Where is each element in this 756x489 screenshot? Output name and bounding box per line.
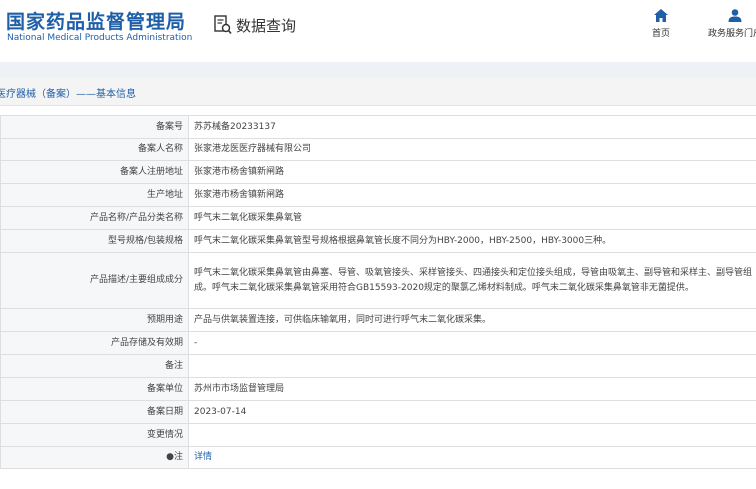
field-value: 呼气末二氧化碳采集鼻氧管由鼻塞、导管、吸氧管接头、采样管接头、四通接头和定位接头… xyxy=(188,252,756,309)
field-value: 2023-07-14 xyxy=(188,400,756,424)
table-row: 变更情况 xyxy=(0,423,756,447)
field-value: 呼气末二氧化碳采集鼻氧管 xyxy=(188,206,756,230)
agency-name-cn[interactable]: 国家药品监督管理局 xyxy=(6,7,186,34)
breadcrumb-bar: 医疗器械（备案）——基本信息 xyxy=(0,78,756,106)
header-divider-band xyxy=(0,62,756,78)
field-value: 张家港市杨舍镇新闸路 xyxy=(188,183,756,207)
document-search-icon xyxy=(214,15,232,35)
table-row: 备案人注册地址 张家港市杨舍镇新闸路 xyxy=(0,160,756,184)
table-row: 生产地址 张家港市杨舍镇新闸路 xyxy=(0,183,756,207)
field-label: 型号规格/包装规格 xyxy=(0,229,189,253)
field-label: 备案单位 xyxy=(0,377,189,401)
field-value: 张家港市杨舍镇新闸路 xyxy=(188,160,756,184)
table-row: 备案单位 苏州市市场监督管理局 xyxy=(0,377,756,401)
field-label: 预期用途 xyxy=(0,308,189,332)
record-detail-table: 备案号 苏苏械备20233137 备案人名称 张家港龙医医疗器械有限公司 备案人注册地址… xyxy=(0,115,756,469)
user-icon xyxy=(728,9,742,22)
field-value: 苏州市市场监督管理局 xyxy=(188,377,756,401)
table-row: 备注 xyxy=(0,354,756,378)
field-label: 备案人注册地址 xyxy=(0,160,189,184)
table-row: 产品存储及有效期 - xyxy=(0,331,756,355)
table-row: 备案日期 2023-07-14 xyxy=(0,400,756,424)
table-row: 预期用途 产品与供氧装置连接，可供临床输氧用，同时可进行呼气末二氧化碳采集。 xyxy=(0,308,756,332)
nav-service-portal[interactable]: 政务服务门户 xyxy=(700,9,756,39)
page-title: 数据查询 xyxy=(236,17,297,35)
table-row: 备案号 苏苏械备20233137 xyxy=(0,115,756,139)
table-row: 产品描述/主要组成成分 呼气末二氧化碳采集鼻氧管由鼻塞、导管、吸氧管接头、采样管接… xyxy=(0,252,756,309)
home-icon xyxy=(654,9,668,22)
field-label: 产品描述/主要组成成分 xyxy=(0,252,189,309)
field-value: 苏苏械备20233137 xyxy=(188,115,756,139)
field-label: 备案日期 xyxy=(0,400,189,424)
field-value xyxy=(188,423,756,447)
nav-home[interactable]: 首页 xyxy=(648,9,674,39)
breadcrumb: 医疗器械（备案）——基本信息 xyxy=(0,89,136,100)
nav-service-label: 政务服务门户 xyxy=(707,29,756,39)
nav-home-label: 首页 xyxy=(651,29,670,39)
field-label: 备案人名称 xyxy=(0,138,189,161)
field-value: - xyxy=(188,331,756,355)
field-label: 产品名称/产品分类名称 xyxy=(0,206,189,230)
table-row: 型号规格/包装规格 呼气末二氧化碳采集鼻氧管型号规格根据鼻氧管长度不同分为HBY-… xyxy=(0,229,756,253)
field-label: 变更情况 xyxy=(0,423,189,447)
site-header: 国家药品监督管理局 National Medical Products Admi… xyxy=(0,0,756,62)
field-value: 产品与供氧装置连接，可供临床输氧用，同时可进行呼气末二氧化碳采集。 xyxy=(188,308,756,332)
table-row: 产品名称/产品分类名称 呼气末二氧化碳采集鼻氧管 xyxy=(0,206,756,230)
table-row: 备案人名称 张家港龙医医疗器械有限公司 xyxy=(0,138,756,161)
field-label: 备案号 xyxy=(0,115,189,139)
field-label: 生产地址 xyxy=(0,183,189,207)
table-row: ●注 详情 xyxy=(0,446,756,469)
field-label: ●注 xyxy=(0,446,189,469)
details-link[interactable]: 详情 xyxy=(188,446,756,469)
field-value xyxy=(188,354,756,378)
field-label: 备注 xyxy=(0,354,189,378)
field-value: 张家港龙医医疗器械有限公司 xyxy=(188,138,756,161)
field-value: 呼气末二氧化碳采集鼻氧管型号规格根据鼻氧管长度不同分为HBY-2000，HBY-… xyxy=(188,229,756,253)
field-label: 产品存储及有效期 xyxy=(0,331,189,355)
agency-name-en: National Medical Products Administration xyxy=(7,33,193,43)
